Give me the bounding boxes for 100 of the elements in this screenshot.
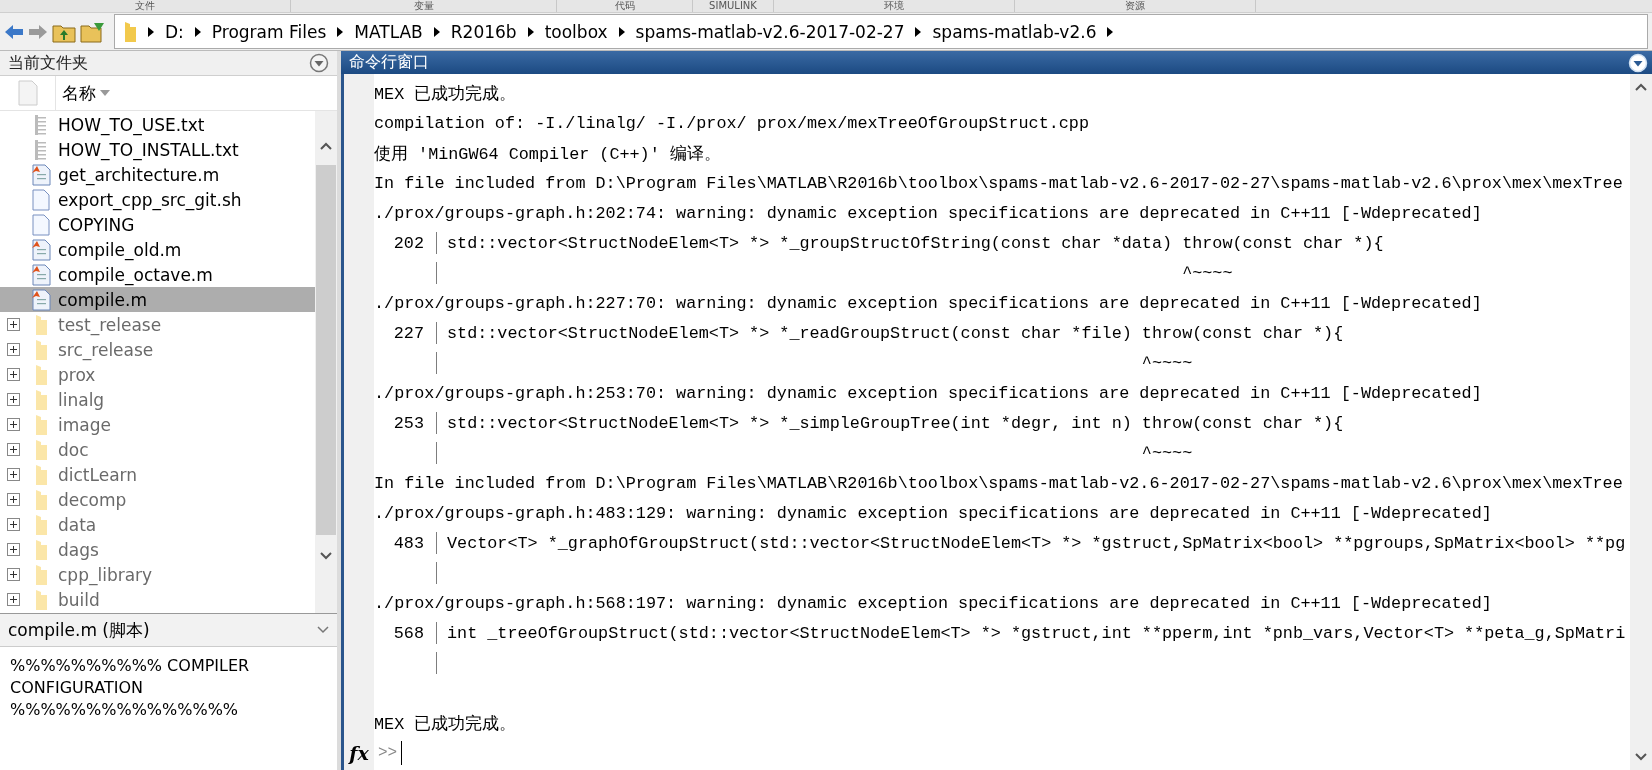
file-name: image [57,414,111,435]
name-column-header[interactable]: 名称 [56,80,116,106]
console-line: ./prox/groups-graph.h:568:197: warning: dynamic exception specifications are deprecated in C++11 [-Wdeprecated] [374,593,1492,613]
file-row[interactable]: data [0,512,315,537]
code-line: std::vector<StructNodeElem<T> *> *_groupStructOfString(const char *data) throw(const char *){ [447,233,1384,253]
file-row[interactable]: dictLearn [0,462,315,487]
file-row[interactable]: get_architecture.m [0,162,315,187]
console-line: MEX 已成功完成。 [374,83,517,105]
code-line: int _treeOfGroupStruct(std::vector<StructNodeElem<T> *> *gstruct,int **pperm,int *pnb_vars,Vector<T> **peta_g,SpMatri [447,623,1626,643]
path-segment[interactable]: spams-matlab-v2.6-2017-02-27 [635,21,905,42]
file-name: decomp [57,489,127,510]
line-number: 227 [392,323,424,343]
file-row[interactable]: image [0,412,315,437]
expand-icon[interactable] [6,343,20,356]
expand-icon[interactable] [6,318,20,331]
separator-icon [336,26,345,37]
function-browser-button[interactable]: fx [344,742,374,764]
file-row[interactable]: export_cpp_src_git.sh [0,187,315,212]
expand-icon[interactable] [6,468,20,481]
caret-marker: ^~~~~ [1140,353,1193,373]
console-line: MEX 已成功完成。 [374,713,517,735]
file-row[interactable]: test_release [0,312,315,337]
file-name: compile_octave.m [57,264,213,285]
file-row[interactable]: HOW_TO_INSTALL.txt [0,137,315,162]
scroll-down-icon[interactable] [319,551,333,561]
file-row[interactable]: src_release [0,337,315,362]
expand-icon[interactable] [6,368,20,381]
file-row[interactable]: doc [0,437,315,462]
folder-icon [34,338,48,361]
file-name: get_architecture.m [57,164,220,185]
file-row[interactable]: COPYING [0,212,315,237]
scrollbar[interactable] [1630,74,1652,770]
file-icon [32,188,50,211]
file-row[interactable]: linalg [0,387,315,412]
path-segment[interactable]: toolbox [544,21,608,42]
line-number: 253 [392,413,424,433]
line-number: 202 [392,233,424,253]
folder-icon [34,463,48,486]
file-name: HOW_TO_USE.txt [57,114,205,135]
script-file-icon [31,163,51,186]
folder-icon [34,563,48,586]
scrollbar[interactable] [315,111,337,613]
file-name: linalg [57,389,105,410]
path-segment[interactable]: MATLAB [354,21,423,42]
file-name: prox [57,364,96,385]
file-row[interactable]: compile.m [0,287,315,312]
path-segment[interactable]: D: [165,21,184,42]
ribbon-tab[interactable]: 代码 [614,0,635,12]
scroll-up-icon[interactable] [319,141,333,151]
address-bar[interactable]: D: Program Files MATLAB R2016b toolbox spams-matlab-v2.6-2017-02-27 spams-matlab-v2.6 [114,14,1648,49]
file-row[interactable]: compile_old.m [0,237,315,262]
expand-icon[interactable] [6,593,20,606]
expand-icon[interactable] [6,393,20,406]
script-file-icon [31,263,51,286]
browse-folder-button[interactable] [80,20,106,43]
ribbon-tab[interactable]: 变量 [413,0,434,12]
text-file-icon [34,138,48,161]
expand-icon[interactable] [6,443,20,456]
ribbon-tab[interactable]: SIMULINK [709,0,757,12]
file-row[interactable]: prox [0,362,315,387]
console-line: In file included from D:\Program Files\MATLAB\R2016b\toolbox\spams-matlab-v2.6-2017-02-27\spams-matlab-v2.6\prox\mex\mexTree [374,473,1623,493]
back-button[interactable] [4,22,24,41]
path-segment[interactable]: spams-matlab-v2.6 [932,21,1097,42]
ribbon-tab[interactable]: 资源 [1125,0,1145,12]
expand-icon[interactable] [6,543,20,556]
separator-icon [617,26,626,37]
expand-icon[interactable] [6,568,20,581]
file-name: compile_old.m [57,239,182,260]
expand-icon[interactable] [6,493,20,506]
folder-icon [34,438,48,461]
details-title: compile.m (脚本) [8,618,150,642]
ribbon-tab[interactable]: 环境 [884,0,904,12]
file-row[interactable]: cpp_library [0,562,315,587]
file-row[interactable]: compile_octave.m [0,262,315,287]
scroll-up-icon[interactable] [1634,82,1648,92]
text-cursor [401,741,403,765]
line-number: 483 [392,533,424,553]
panel-title: 当前文件夹 [8,52,88,74]
line-number: 568 [392,623,424,643]
file-row[interactable]: build [0,587,315,612]
file-description: %%%%%%%%%% COMPILER CONFIGURATION %%%%%%%%%%%%%%% [10,656,250,719]
prompt: >> [378,744,398,762]
chevron-icon[interactable] [317,626,329,634]
file-row[interactable]: decomp [0,487,315,512]
file-name: COPYING [57,214,135,235]
expand-icon[interactable] [6,418,20,431]
scroll-down-icon[interactable] [1634,752,1648,762]
folder-icon [34,388,48,411]
file-name: data [57,514,97,535]
dropdown-icon[interactable] [309,53,329,73]
file-row[interactable]: HOW_TO_USE.txt [0,112,315,137]
file-row[interactable]: dags [0,537,315,562]
separator-icon [526,26,535,37]
ribbon-tab[interactable]: 文件 [135,0,155,12]
expand-icon[interactable] [6,518,20,531]
folder-icon [34,413,48,436]
path-segment[interactable]: Program Files [211,21,327,42]
path-segment[interactable]: R2016b [450,21,517,42]
caret-marker: ^~~~~ [1181,263,1233,283]
separator-icon [914,26,923,37]
